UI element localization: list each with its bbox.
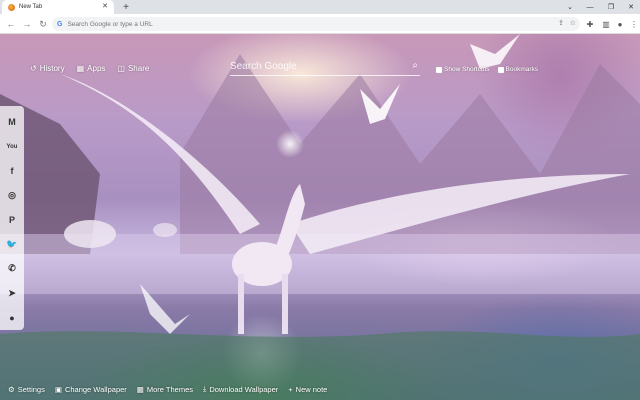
more-themes-label: More Themes <box>146 384 194 394</box>
download-wallpaper-button[interactable]: ⤓ Download Wallpaper <box>203 384 278 394</box>
bookmarks-label: Bookmarks <box>505 66 539 73</box>
apps-label: Apps <box>87 64 106 73</box>
bottom-bar: ⚙ Settings ▣ Change Wallpaper ▦ More The… <box>8 384 327 394</box>
shortcuts-icon <box>436 66 442 73</box>
tab-close-icon[interactable]: ✕ <box>102 2 108 10</box>
omnibox-input[interactable] <box>67 20 468 28</box>
change-wallpaper-label: Change Wallpaper <box>64 384 127 394</box>
menu-kebab-icon[interactable]: ⋮ <box>628 18 640 30</box>
youtube-icon: You <box>6 143 18 150</box>
top-links: ↺ History ▦ Apps ◫ Share <box>30 64 149 73</box>
google-search-input[interactable] <box>230 61 400 72</box>
show-shortcuts-label: Show Shortcuts <box>444 66 490 73</box>
more-themes-button[interactable]: ▦ More Themes <box>137 384 193 394</box>
pegasus-scene <box>0 34 640 400</box>
history-icon: ↺ <box>30 64 37 73</box>
share-link[interactable]: ◫ Share <box>117 64 149 73</box>
share-page-icon[interactable]: ⇪ <box>558 19 564 27</box>
pinterest-button[interactable]: P <box>3 208 21 232</box>
share-icon: ◫ <box>117 64 125 73</box>
settings-label: Settings <box>17 384 45 394</box>
apps-link[interactable]: ▦ Apps <box>77 64 106 73</box>
gmail-icon: M <box>8 117 16 128</box>
plus-icon: + <box>288 384 293 394</box>
right-links: Show Shortcuts Bookmarks <box>436 66 538 73</box>
pinterest-icon: P <box>8 214 15 225</box>
share-label: Share <box>127 64 150 73</box>
settings-button[interactable]: ⚙ Settings <box>8 384 45 394</box>
download-wallpaper-label: Download Wallpaper <box>209 384 279 394</box>
forward-arrow-icon[interactable]: → <box>20 17 34 31</box>
bookmarks-icon <box>497 66 504 73</box>
themes-icon: ▦ <box>136 384 144 394</box>
download-icon: ⤓ <box>203 384 207 393</box>
bookmarks-link[interactable]: Bookmarks <box>497 66 539 73</box>
google-g-icon: G <box>57 20 63 28</box>
show-shortcuts-link[interactable]: Show Shortcuts <box>436 66 490 73</box>
close-window-button[interactable]: ✕ <box>623 0 639 14</box>
whatsapp-icon: ✆ <box>8 263 16 274</box>
reddit-icon: ● <box>9 312 15 323</box>
history-label: History <box>39 64 65 73</box>
gear-icon: ⚙ <box>8 384 15 394</box>
change-wallpaper-button[interactable]: ▣ Change Wallpaper <box>55 384 127 394</box>
minimize-button[interactable]: — <box>582 0 598 14</box>
twitter-icon: 🐦 <box>6 238 18 249</box>
telegram-icon: ➤ <box>8 287 16 298</box>
facebook-icon: f <box>10 166 14 177</box>
gmail-button[interactable]: M <box>3 110 21 134</box>
social-sidebar: M You f ◎ P 🐦 ✆ ➤ ● <box>0 106 24 330</box>
bookmark-star-icon[interactable]: ☆ <box>570 19 576 27</box>
tab-new-tab[interactable]: New Tab ✕ <box>2 0 114 14</box>
new-tab-button[interactable]: + <box>120 0 132 14</box>
facebook-button[interactable]: f <box>3 159 21 183</box>
profile-avatar-icon[interactable]: ● <box>614 18 626 30</box>
youtube-button[interactable]: You <box>3 134 21 158</box>
whatsapp-button[interactable]: ✆ <box>3 257 21 281</box>
tab-search-icon[interactable]: ⌄ <box>562 0 578 14</box>
wallpaper-image <box>0 34 640 400</box>
sidebar-icon[interactable]: ▥ <box>600 18 612 30</box>
omnibox[interactable]: G ⇪ ☆ <box>52 17 580 31</box>
apps-icon: ▦ <box>76 64 85 73</box>
instagram-icon: ◎ <box>8 190 16 201</box>
new-note-label: New note <box>295 384 328 394</box>
reload-icon[interactable]: ↻ <box>36 17 50 31</box>
tab-favicon-icon <box>8 3 15 11</box>
reddit-button[interactable]: ● <box>3 306 21 330</box>
tab-title: New Tab <box>19 4 43 10</box>
telegram-button[interactable]: ➤ <box>3 281 21 305</box>
history-link[interactable]: ↺ History <box>30 64 65 73</box>
tab-strip: New Tab ✕ + ⌄ — ❐ ✕ <box>0 0 640 14</box>
instagram-button[interactable]: ◎ <box>3 183 21 207</box>
maximize-button[interactable]: ❐ <box>603 0 619 14</box>
browser-toolbar: ← → ↻ G ⇪ ☆ ✚ ▥ ● ⋮ <box>0 14 640 34</box>
google-search-box: ⌕ <box>230 58 420 76</box>
search-icon[interactable]: ⌕ <box>412 60 418 71</box>
new-note-button[interactable]: + New note <box>288 384 327 394</box>
extensions-icon[interactable]: ✚ <box>584 18 596 30</box>
back-arrow-icon[interactable]: ← <box>4 17 18 31</box>
wallpaper-icon: ▣ <box>54 384 62 394</box>
twitter-button[interactable]: 🐦 <box>3 232 21 256</box>
